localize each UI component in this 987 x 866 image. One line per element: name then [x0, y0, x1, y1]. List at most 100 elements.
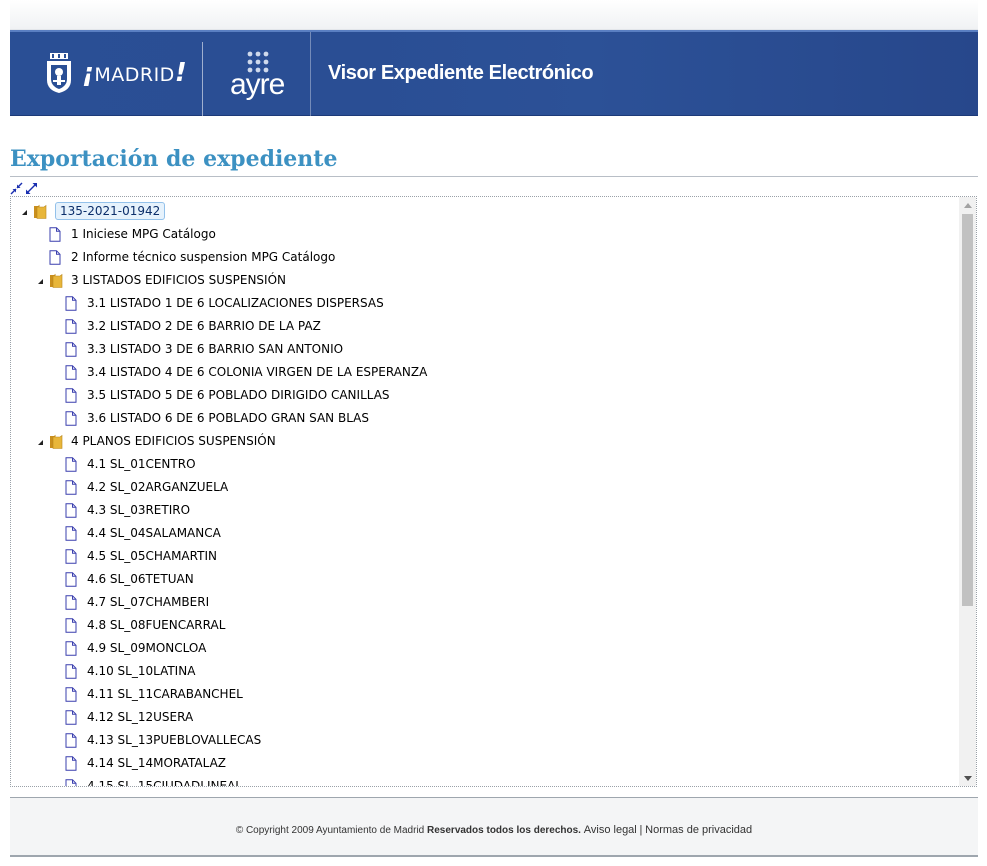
tree-node-label[interactable]: 2 Informe técnico suspension MPG Catálog…	[71, 250, 335, 264]
expanded-caret-icon[interactable]	[19, 206, 29, 216]
tree-document-node[interactable]: 3.1 LISTADO 1 DE 6 LOCALIZACIONES DISPER…	[65, 292, 384, 314]
tree-node-label[interactable]: 4.15 SL_15CIUDADLINEAL	[87, 779, 242, 786]
tree-document-node[interactable]: 4.1 SL_01CENTRO	[65, 453, 196, 475]
tree-document-node[interactable]: 4.8 SL_08FUENCARRAL	[65, 614, 225, 636]
tree-scrollbar[interactable]	[959, 197, 976, 786]
tree-node-label[interactable]: 4.11 SL_11CARABANCHEL	[87, 687, 243, 701]
folder-icon	[33, 204, 47, 219]
tree-document-node[interactable]: 3.3 LISTADO 3 DE 6 BARRIO SAN ANTONIO	[65, 338, 343, 360]
tree-node-label[interactable]: 4.12 SL_12USERA	[87, 710, 193, 724]
tree-node-label[interactable]: 3 LISTADOS EDIFICIOS SUSPENSIÓN	[71, 273, 286, 287]
footer-separator: |	[639, 824, 643, 836]
folder-icon	[49, 434, 63, 449]
tree-toolbar	[10, 180, 38, 195]
tree-node-label[interactable]: 4.5 SL_05CHAMARTIN	[87, 549, 217, 563]
document-icon	[65, 571, 79, 587]
tree-document-node[interactable]: 3.5 LISTADO 5 DE 6 POBLADO DIRIGIDO CANI…	[65, 384, 390, 406]
expand-all-icon[interactable]	[25, 180, 38, 194]
document-icon	[65, 663, 79, 679]
tree-document-node[interactable]: 4.13 SL_13PUEBLOVALLECAS	[65, 729, 261, 751]
top-strip	[10, 0, 978, 30]
tree-node-label[interactable]: 4.7 SL_07CHAMBERI	[87, 595, 209, 609]
madrid-brand-text: MADRID	[94, 64, 175, 86]
page-title: Exportación de expediente	[10, 146, 338, 172]
document-icon	[65, 364, 79, 380]
tree-node-label[interactable]: 4.4 SL_04SALAMANCA	[87, 526, 221, 540]
tree-document-node[interactable]: 4.7 SL_07CHAMBERI	[65, 591, 209, 613]
tree-document-node[interactable]: 4.5 SL_05CHAMARTIN	[65, 545, 217, 567]
document-icon	[65, 732, 79, 748]
folder-icon	[49, 273, 63, 288]
scroll-up-icon[interactable]	[959, 197, 976, 213]
tree-node-label[interactable]: 4.8 SL_08FUENCARRAL	[87, 618, 225, 632]
banner-divider	[310, 32, 311, 116]
document-icon	[65, 594, 79, 610]
tree-node-label[interactable]: 4.1 SL_01CENTRO	[87, 457, 196, 471]
tree-document-node[interactable]: 4.14 SL_14MORATALAZ	[65, 752, 226, 774]
footer: © Copyright 2009 Ayuntamiento de Madrid …	[10, 797, 978, 857]
document-icon	[65, 502, 79, 518]
scrollbar-thumb[interactable]	[962, 214, 973, 606]
tree-node-label[interactable]: 3.5 LISTADO 5 DE 6 POBLADO DIRIGIDO CANI…	[87, 388, 390, 402]
expediente-tree: 135-2021-01942 1 Iniciese MPG Catálogo 2 …	[11, 197, 959, 786]
tree-document-node[interactable]: 4.6 SL_06TETUAN	[65, 568, 194, 590]
tree-node-label[interactable]: 4.14 SL_14MORATALAZ	[87, 756, 226, 770]
tree-node-label[interactable]: 3.1 LISTADO 1 DE 6 LOCALIZACIONES DISPER…	[87, 296, 384, 310]
tree-node-label[interactable]: 4.6 SL_06TETUAN	[87, 572, 194, 586]
document-icon	[65, 709, 79, 725]
tree-root-label[interactable]: 135-2021-01942	[55, 202, 166, 220]
document-icon	[65, 456, 79, 472]
tree-document-node[interactable]: 3.4 LISTADO 4 DE 6 COLONIA VIRGEN DE LA …	[65, 361, 427, 383]
document-icon	[65, 295, 79, 311]
header-banner: ¡MADRID! ayre Visor Expediente Electróni…	[10, 30, 978, 116]
privacy-policy-link[interactable]: Normas de privacidad	[645, 824, 752, 836]
tree-document-node[interactable]: 4.15 SL_15CIUDADLINEAL	[65, 775, 242, 786]
document-icon	[65, 410, 79, 426]
footer-copyright: © Copyright 2009 Ayuntamiento de Madrid	[235, 825, 425, 836]
document-icon	[65, 318, 79, 334]
tree-document-node[interactable]: 4.9 SL_09MONCLOA	[65, 637, 206, 659]
tree-node-label[interactable]: 1 Iniciese MPG Catálogo	[71, 227, 216, 241]
tree-node-label[interactable]: 4 PLANOS EDIFICIOS SUSPENSIÓN	[71, 434, 276, 448]
tree-folder-node[interactable]: 4 PLANOS EDIFICIOS SUSPENSIÓN	[35, 430, 276, 452]
tree-node-label[interactable]: 4.3 SL_03RETIRO	[87, 503, 190, 517]
tree-document-node[interactable]: 2 Informe técnico suspension MPG Catálog…	[49, 246, 335, 268]
tree-document-node[interactable]: 4.11 SL_11CARABANCHEL	[65, 683, 243, 705]
app-title: Visor Expediente Electrónico	[328, 62, 594, 84]
tree-node-label[interactable]: 3.3 LISTADO 3 DE 6 BARRIO SAN ANTONIO	[87, 342, 343, 356]
tree-node-label[interactable]: 3.6 LISTADO 6 DE 6 POBLADO GRAN SAN BLAS	[87, 411, 369, 425]
tree-node-label[interactable]: 4.13 SL_13PUEBLOVALLECAS	[87, 733, 261, 747]
tree-document-node[interactable]: 3.2 LISTADO 2 DE 6 BARRIO DE LA PAZ	[65, 315, 321, 337]
tree-root-node[interactable]: 135-2021-01942	[19, 200, 166, 222]
document-icon	[65, 387, 79, 403]
collapse-all-icon[interactable]	[10, 180, 23, 195]
tree-folder-node[interactable]: 3 LISTADOS EDIFICIOS SUSPENSIÓN	[35, 269, 286, 291]
document-icon	[65, 640, 79, 656]
tree-document-node[interactable]: 4.10 SL_10LATINA	[65, 660, 195, 682]
tree-node-label[interactable]: 4.9 SL_09MONCLOA	[87, 641, 206, 655]
tree-node-label[interactable]: 3.4 LISTADO 4 DE 6 COLONIA VIRGEN DE LA …	[87, 365, 427, 379]
document-icon	[49, 249, 63, 265]
ayre-logo: ayre	[216, 46, 306, 106]
expediente-tree-panel: 135-2021-01942 1 Iniciese MPG Catálogo 2 …	[10, 196, 977, 787]
tree-node-label[interactable]: 4.2 SL_02ARGANZUELA	[87, 480, 228, 494]
tree-node-label[interactable]: 3.2 LISTADO 2 DE 6 BARRIO DE LA PAZ	[87, 319, 321, 333]
document-icon	[65, 479, 79, 495]
tree-document-node[interactable]: 1 Iniciese MPG Catálogo	[49, 223, 216, 245]
expanded-caret-icon[interactable]	[35, 436, 45, 446]
document-icon	[49, 226, 63, 242]
tree-document-node[interactable]: 4.3 SL_03RETIRO	[65, 499, 190, 521]
tree-document-node[interactable]: 4.12 SL_12USERA	[65, 706, 193, 728]
document-icon	[65, 525, 79, 541]
tree-document-node[interactable]: 4.2 SL_02ARGANZUELA	[65, 476, 228, 498]
ayre-brand-text: ayre	[230, 68, 285, 101]
tree-document-node[interactable]: 3.6 LISTADO 6 DE 6 POBLADO GRAN SAN BLAS	[65, 407, 369, 429]
tree-node-label[interactable]: 4.10 SL_10LATINA	[87, 664, 195, 678]
tree-document-node[interactable]: 4.4 SL_04SALAMANCA	[65, 522, 221, 544]
document-icon	[65, 778, 79, 786]
expanded-caret-icon[interactable]	[35, 275, 45, 285]
scroll-down-icon[interactable]	[959, 770, 976, 786]
aviso-legal-link[interactable]: Aviso legal	[584, 824, 637, 836]
document-icon	[65, 341, 79, 357]
title-divider	[10, 176, 978, 177]
